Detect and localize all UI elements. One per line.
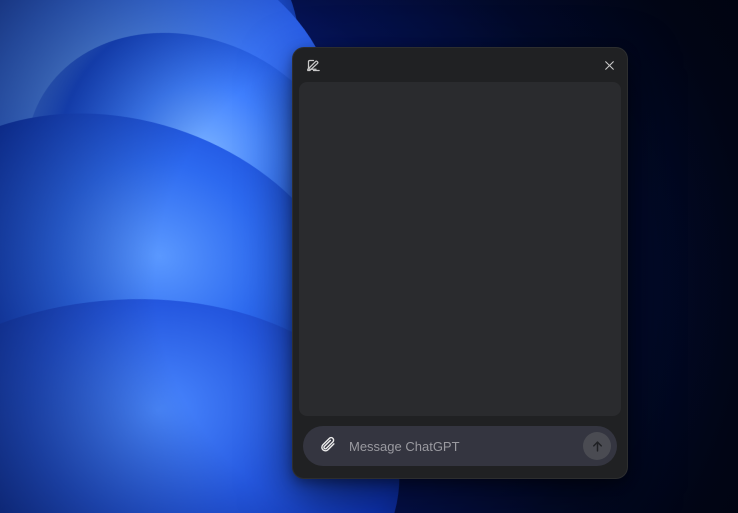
close-button[interactable] [597,53,621,77]
conversation-area [299,82,621,416]
arrow-up-icon [590,439,605,454]
send-button[interactable] [583,432,611,460]
composer [303,426,617,466]
desktop-wallpaper [0,0,738,513]
paperclip-icon [319,436,336,457]
chat-overlay-window [292,47,628,479]
titlebar [293,48,627,78]
close-icon [603,59,616,72]
new-chat-button[interactable] [301,53,325,77]
attach-button[interactable] [313,432,341,460]
compose-icon [306,58,321,73]
composer-container [293,416,627,478]
message-input[interactable] [349,426,575,466]
